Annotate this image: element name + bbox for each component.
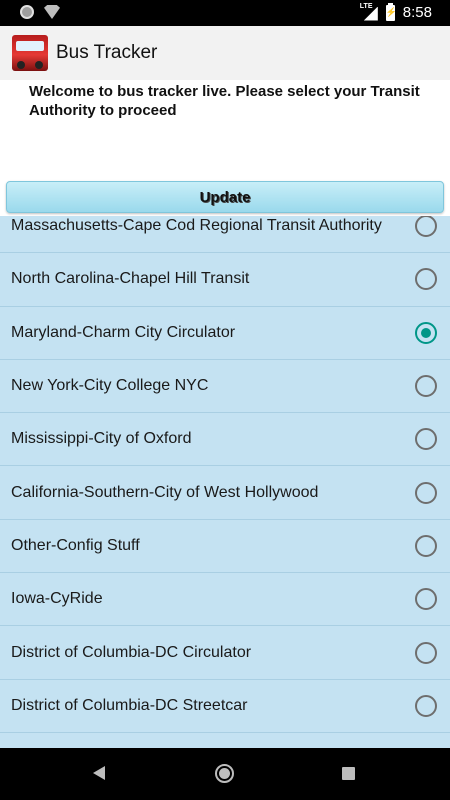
list-item[interactable]: District of Columbia-DC Circulator <box>0 626 450 680</box>
list-item-label: Other-Config Stuff <box>11 536 140 554</box>
welcome-message: Welcome to bus tracker live. Please sele… <box>0 80 450 180</box>
notification-circle-icon <box>20 5 34 19</box>
radio-button[interactable] <box>415 268 437 291</box>
list-item-label: Mississippi-City of Oxford <box>11 430 192 448</box>
list-item[interactable]: Other-Config Stuff <box>0 520 450 574</box>
status-bar: LTE 8:58 <box>0 0 450 26</box>
transit-authority-list[interactable]: Massachusetts-Cape Cod Regional Transit … <box>0 216 450 748</box>
home-icon[interactable] <box>215 764 234 783</box>
list-item-label: New York-City College NYC <box>11 377 209 395</box>
list-item-label: District of Columbia-DC Streetcar <box>11 696 248 714</box>
list-item-label: California-Southern-City of West Hollywo… <box>11 483 319 501</box>
list-item[interactable]: California-Southern-City of West Hollywo… <box>0 466 450 520</box>
list-item-label: District of Columbia-DC Circulator <box>11 643 252 661</box>
list-item[interactable]: Maryland-Charm City Circulator <box>0 307 450 360</box>
lte-signal-icon: LTE <box>359 2 378 21</box>
radio-button[interactable] <box>415 481 437 504</box>
transit-list-container: Massachusetts-Cape Cod Regional Transit … <box>0 216 450 733</box>
lte-label: LTE <box>359 2 373 10</box>
radio-button[interactable] <box>415 641 437 664</box>
radio-button[interactable] <box>415 216 437 238</box>
update-button[interactable]: Update <box>6 181 444 213</box>
wifi-icon <box>44 5 60 19</box>
list-item-label: North Carolina-Chapel Hill Transit <box>11 270 250 288</box>
radio-button[interactable] <box>415 375 437 398</box>
list-item[interactable]: District of Columbia-DC Streetcar <box>0 680 450 733</box>
app-title: Bus Tracker <box>56 42 158 63</box>
radio-button[interactable] <box>415 588 437 611</box>
app-bar: Bus Tracker <box>0 26 450 80</box>
radio-button[interactable] <box>415 534 437 557</box>
list-item[interactable]: Mississippi-City of Oxford <box>0 413 450 467</box>
list-item-label: Massachusetts-Cape Cod Regional Transit … <box>11 217 382 235</box>
battery-charging-icon <box>385 2 397 21</box>
list-item[interactable]: North Carolina-Chapel Hill Transit <box>0 253 450 307</box>
list-item[interactable]: Massachusetts-Cape Cod Regional Transit … <box>0 216 450 254</box>
radio-button[interactable] <box>415 428 437 451</box>
recents-icon[interactable] <box>342 767 355 780</box>
list-item[interactable]: Iowa-CyRide <box>0 573 450 627</box>
radio-button[interactable] <box>415 321 437 344</box>
navigation-bar <box>0 748 450 800</box>
status-time: 8:58 <box>402 4 432 21</box>
radio-button[interactable] <box>415 694 437 717</box>
back-icon[interactable] <box>93 766 105 780</box>
list-item-label: Iowa-CyRide <box>11 590 103 608</box>
bus-icon <box>12 35 48 71</box>
list-item-label: Maryland-Charm City Circulator <box>11 323 236 341</box>
list-item[interactable]: New York-City College NYC <box>0 360 450 414</box>
